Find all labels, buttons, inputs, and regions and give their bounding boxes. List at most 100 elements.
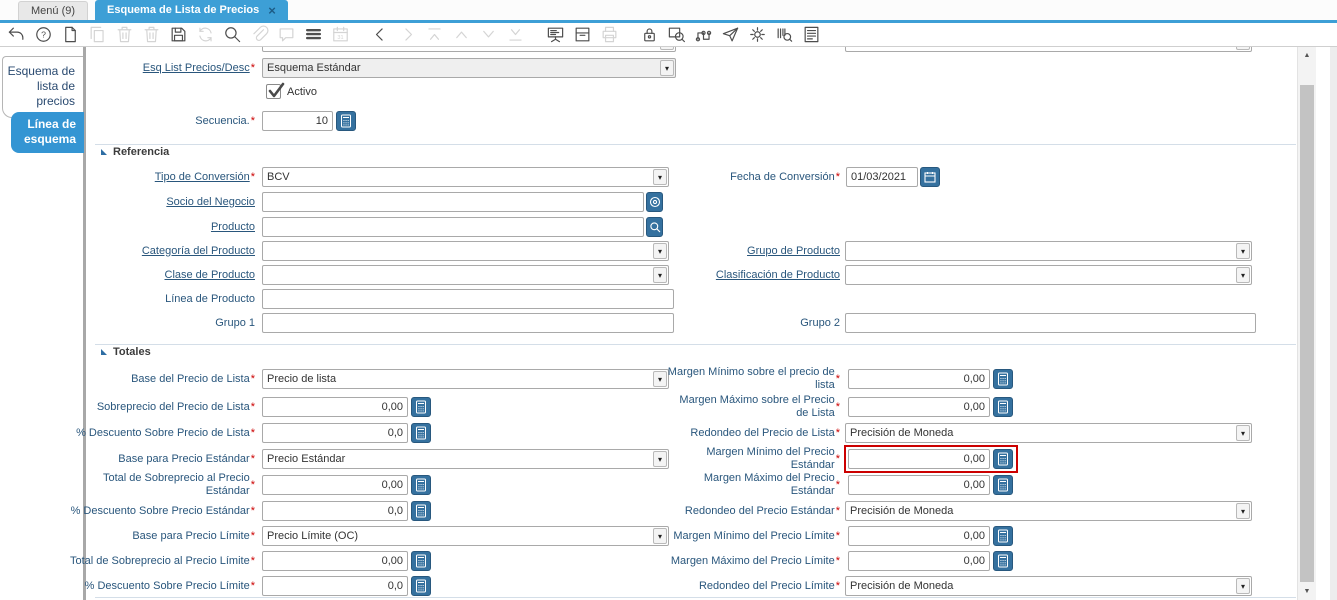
scrollbar-thumb[interactable] — [1300, 85, 1314, 582]
calculator-button[interactable] — [993, 551, 1013, 571]
tab-menu[interactable]: Menú (9) — [18, 1, 88, 20]
partial-field-top-right[interactable]: ▾ — [845, 47, 1252, 53]
calculator-button[interactable] — [411, 423, 431, 443]
calculator-button[interactable] — [993, 526, 1013, 546]
calculator-button[interactable] — [993, 369, 1013, 389]
sobreprecioEstandar-input[interactable]: 0,00 — [262, 475, 408, 495]
combo-arrow-icon[interactable]: ▾ — [1236, 243, 1250, 259]
descuentoLista-input[interactable]: 0,0 — [262, 423, 408, 443]
calculator-icon — [997, 452, 1009, 466]
calculator-button[interactable] — [993, 475, 1013, 495]
margenMaxEstandar-input[interactable]: 0,00 — [848, 475, 990, 495]
redondeoLimite-select[interactable]: Precisión de Moneda▾ — [845, 576, 1252, 596]
grupoProducto-select[interactable]: ▾ — [845, 241, 1252, 261]
section-totales-header[interactable]: Totales — [101, 346, 151, 358]
preference-icon[interactable] — [747, 25, 767, 45]
archive-icon[interactable] — [572, 25, 592, 45]
calculator-button[interactable] — [411, 397, 431, 417]
tipoConversion-label[interactable]: Tipo de Conversión* — [60, 167, 255, 187]
combo-arrow-icon[interactable]: ▾ — [1236, 425, 1250, 441]
calculator-button[interactable] — [411, 475, 431, 495]
product-search-button[interactable] — [646, 217, 663, 237]
calculator-button[interactable] — [411, 576, 431, 596]
activo-checkbox[interactable] — [266, 84, 281, 99]
secuencia-input[interactable]: 10 — [262, 111, 333, 131]
calculator-button[interactable] — [336, 111, 356, 131]
clasificacionProducto-select[interactable]: ▾ — [845, 265, 1252, 285]
claseProducto-select[interactable]: ▾ — [262, 265, 669, 285]
grupoProducto-label[interactable]: Grupo de Producto — [665, 241, 840, 261]
combo-arrow-icon[interactable]: ▾ — [1236, 578, 1250, 594]
categoriaProducto-label[interactable]: Categoría del Producto — [60, 241, 255, 261]
calculator-button[interactable] — [411, 501, 431, 521]
section-referencia-header[interactable]: Referencia — [101, 146, 169, 158]
save-icon[interactable] — [168, 25, 188, 45]
socioNegocio-label[interactable]: Socio del Negocio — [60, 192, 255, 212]
calculator-button[interactable] — [993, 449, 1013, 469]
business-partner-search-button[interactable] — [646, 192, 663, 212]
descuentoLimite-input[interactable]: 0,0 — [262, 576, 408, 596]
margenMinLimite-input[interactable]: 0,00 — [848, 526, 990, 546]
close-icon[interactable]: × — [268, 4, 276, 17]
margenMaxLista-input[interactable]: 0,00 — [848, 397, 990, 417]
sobreprecioLista-label: Sobreprecio del Precio de Lista* — [60, 397, 255, 417]
clasificacionProducto-label[interactable]: Clasificación de Producto — [665, 265, 840, 285]
request-icon[interactable] — [720, 25, 740, 45]
grid-toggle-icon[interactable] — [303, 25, 323, 45]
sobreprecioLimite-input[interactable]: 0,00 — [262, 551, 408, 571]
margenMinLista-input[interactable]: 0,00 — [848, 369, 990, 389]
esqListPrecios-select[interactable]: Esquema Estándar▾ — [262, 58, 676, 78]
svg-text:?: ? — [41, 30, 46, 40]
calculator-icon — [415, 579, 427, 593]
esqListPrecios-label[interactable]: Esq List Precios/Desc* — [60, 58, 255, 78]
required-asterisk: * — [836, 555, 840, 568]
grupo1-input[interactable] — [262, 313, 674, 333]
workflow-icon[interactable] — [693, 25, 713, 45]
scroll-up-icon[interactable]: ▲ — [1298, 47, 1316, 64]
redondeoLista-label: Redondeo del Precio de Lista* — [665, 423, 840, 443]
combo-arrow-icon[interactable]: ▾ — [1236, 267, 1250, 283]
next-record-icon — [397, 25, 417, 45]
descuentoEstandar-input[interactable]: 0,0 — [262, 501, 408, 521]
vertical-scrollbar[interactable]: ▲ ▼ — [1297, 47, 1316, 600]
basePrecioLista-select[interactable]: Precio de lista▾ — [262, 369, 669, 389]
report-icon[interactable] — [545, 25, 565, 45]
combo-arrow-icon[interactable]: ▾ — [660, 60, 674, 76]
lineaProducto-input[interactable] — [262, 289, 674, 309]
undo-icon[interactable] — [6, 25, 26, 45]
window-report-icon[interactable] — [801, 25, 821, 45]
producto-input[interactable] — [262, 217, 644, 237]
redondeoEstandar-select[interactable]: Precisión de Moneda▾ — [845, 501, 1252, 521]
combo-arrow-icon[interactable]: ▾ — [1236, 503, 1250, 519]
socioNegocio-input[interactable] — [262, 192, 644, 212]
zoom-across-icon[interactable] — [666, 25, 686, 45]
categoriaProducto-select[interactable]: ▾ — [262, 241, 669, 261]
scroll-down-icon[interactable]: ▼ — [1298, 583, 1316, 600]
calculator-button[interactable] — [411, 551, 431, 571]
partial-field-top-left[interactable]: ▾ — [262, 47, 676, 53]
tab-esquema-lista-precios[interactable]: Esquema de Lista de Precios × — [95, 0, 288, 20]
help-icon[interactable]: ? — [33, 25, 53, 45]
required-asterisk: * — [251, 479, 255, 492]
prev-record-icon[interactable] — [370, 25, 390, 45]
calculator-button[interactable] — [993, 397, 1013, 417]
basePrecioLimite-select[interactable]: Precio Límite (OC)▾ — [262, 526, 669, 546]
margenMinEstandar-input[interactable]: 0,00 — [848, 449, 990, 469]
calculator-icon — [997, 400, 1009, 414]
fechaConversion-input[interactable]: 01/03/2021 — [846, 167, 918, 187]
redondeoLista-select[interactable]: Precisión de Moneda▾ — [845, 423, 1252, 443]
required-asterisk: * — [836, 505, 840, 518]
find-icon[interactable] — [222, 25, 242, 45]
claseProducto-label[interactable]: Clase de Producto — [60, 265, 255, 285]
tipoConversion-select[interactable]: BCV▾ — [262, 167, 669, 187]
grupo2-input[interactable] — [845, 313, 1256, 333]
margenMaxLimite-input[interactable]: 0,00 — [848, 551, 990, 571]
producto-label[interactable]: Producto — [60, 217, 255, 237]
lock-icon[interactable] — [639, 25, 659, 45]
product-info-icon[interactable] — [774, 25, 794, 45]
sobreprecioLista-input[interactable]: 0,00 — [262, 397, 408, 417]
new-record-icon[interactable] — [60, 25, 80, 45]
combo-arrow-icon: ▾ — [1236, 47, 1250, 50]
basePrecioEstandar-select[interactable]: Precio Estándar▾ — [262, 449, 669, 469]
calendar-button[interactable] — [920, 167, 940, 187]
